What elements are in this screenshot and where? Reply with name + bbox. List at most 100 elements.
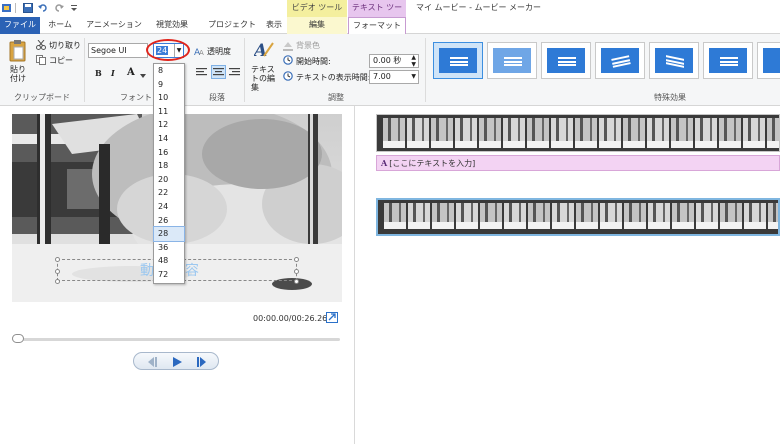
effect-scroll-thumb[interactable] — [703, 42, 753, 79]
tab-format[interactable]: フォーマット — [348, 17, 406, 35]
cut-button[interactable]: 切り取り — [49, 40, 81, 51]
adjust-group-label: 調整 — [328, 93, 344, 102]
ribbon-tab-row: ファイル ホーム アニメーション 視覚効果 プロジェクト 表示 編集 フォーマッ… — [0, 17, 780, 35]
copy-button[interactable]: コピー — [49, 55, 73, 66]
tab-view[interactable]: 表示 — [262, 17, 286, 34]
tab-animation[interactable]: アニメーション — [86, 17, 142, 34]
resize-handle[interactable] — [294, 257, 299, 262]
spinner-arrows-icon[interactable]: ▲ ▼ — [411, 54, 416, 68]
clip-thumbnails — [378, 200, 778, 234]
save-icon[interactable] — [23, 3, 33, 13]
play-icon[interactable] — [168, 355, 186, 368]
font-size-option[interactable]: 18 — [154, 159, 184, 173]
font-size-option[interactable]: 12 — [154, 118, 184, 132]
clipboard-group-label: クリップボード — [14, 93, 70, 102]
align-right-icon[interactable] — [229, 67, 241, 80]
tab-edit[interactable]: 編集 — [287, 17, 347, 34]
edit-text-button[interactable]: テキストの編集 — [251, 65, 281, 92]
font-size-dropdown-list[interactable]: 8 9 10 11 12 14 16 18 20 22 24 26 28 36 48 72 — [153, 63, 185, 284]
text-duration-value: 7.00 — [373, 72, 391, 81]
effect-none-thumb[interactable] — [433, 42, 483, 79]
clock-icon — [283, 55, 293, 68]
group-separator — [425, 38, 426, 102]
group-separator — [84, 38, 85, 102]
resize-handle[interactable] — [55, 279, 60, 284]
font-size-option[interactable]: 28 — [153, 226, 185, 242]
svg-text:A: A — [199, 49, 204, 56]
font-size-option[interactable]: 72 — [154, 268, 184, 282]
effect-slide-thumb[interactable] — [649, 42, 699, 79]
tab-file[interactable]: ファイル — [0, 17, 40, 34]
window-title: マイ ムービー - ムービー メーカー — [416, 3, 542, 12]
group-separator — [244, 38, 245, 102]
paste-button[interactable]: 貼り付け — [10, 65, 28, 83]
tab-visual-effects[interactable]: 視覚効果 — [148, 17, 196, 34]
italic-button[interactable]: I — [111, 68, 115, 78]
font-size-option[interactable]: 24 — [154, 200, 184, 214]
text-tools-context-label: テキスト ツール — [348, 0, 406, 28]
font-size-option[interactable]: 8 — [154, 64, 184, 78]
text-caption-placeholder: [ここにテキストを入力] — [389, 159, 476, 168]
font-size-option[interactable]: 48 — [154, 254, 184, 268]
tab-project[interactable]: プロジェクト — [206, 17, 258, 34]
font-size-option[interactable]: 36 — [154, 241, 184, 255]
playback-controls — [133, 352, 219, 370]
transparency-button[interactable]: 透明度 — [207, 46, 231, 57]
effects-group-label: 特殊効果 — [654, 93, 686, 102]
video-clip-strip-selected[interactable] — [376, 198, 780, 236]
font-size-option[interactable]: 22 — [154, 186, 184, 200]
font-color-dropdown-icon[interactable] — [140, 71, 146, 81]
font-size-option[interactable]: 10 — [154, 91, 184, 105]
ribbon: 貼り付け 切り取り コピー クリップボード Segoe UI 24 ▼ AA 透… — [0, 34, 780, 106]
seek-bar[interactable] — [12, 338, 340, 341]
background-color-button[interactable]: 背景色 — [296, 40, 320, 51]
resize-handle[interactable] — [294, 269, 299, 274]
bold-button[interactable]: B — [95, 68, 102, 78]
effect-expand-thumb[interactable] — [541, 42, 591, 79]
font-size-option[interactable]: 9 — [154, 78, 184, 92]
text-duration-label: テキストの表示時間: — [296, 73, 371, 82]
font-size-option[interactable]: 11 — [154, 105, 184, 119]
chevron-down-icon[interactable]: ▼ — [411, 71, 416, 83]
fullscreen-icon[interactable] — [326, 312, 338, 323]
text-caption-track[interactable]: A [ここにテキストを入力] — [376, 155, 780, 171]
resize-handle[interactable] — [294, 279, 299, 284]
tab-home[interactable]: ホーム — [42, 17, 78, 34]
font-size-option[interactable]: 20 — [154, 173, 184, 187]
paragraph-group-label: 段落 — [209, 93, 225, 102]
font-color-button[interactable]: A — [127, 67, 135, 78]
text-caption-icon: A — [381, 158, 388, 168]
effect-fade-thumb[interactable] — [487, 42, 537, 79]
effect-fly-in-thumb[interactable] — [595, 42, 645, 79]
font-size-option[interactable]: 14 — [154, 132, 184, 146]
background-color-icon — [283, 41, 293, 54]
pane-divider[interactable] — [354, 106, 355, 444]
align-center-icon[interactable] — [211, 65, 226, 79]
redo-icon[interactable] — [54, 3, 64, 13]
clock-icon — [283, 71, 293, 84]
text-duration-input[interactable]: 7.00 ▼ — [369, 70, 419, 84]
video-tools-context-label: ビデオ ツール — [287, 0, 347, 17]
font-size-option[interactable]: 26 — [154, 214, 184, 228]
font-family-input[interactable]: Segoe UI — [88, 43, 148, 58]
start-time-input[interactable]: 0.00 秒 ▲ ▼ — [369, 54, 419, 68]
start-time-label: 開始時間: — [296, 57, 331, 66]
resize-handle[interactable] — [55, 257, 60, 262]
font-size-option[interactable]: 16 — [154, 146, 184, 160]
seek-thumb[interactable] — [12, 334, 24, 343]
video-clip-strip[interactable] — [376, 114, 780, 152]
timecode: 00:00.00/00:26.26 — [253, 314, 328, 323]
title-bar: ビデオ ツール テキスト ツール マイ ムービー - ムービー メーカー — [0, 0, 780, 28]
undo-icon[interactable] — [38, 3, 48, 13]
highlight-annotation-circle — [146, 39, 190, 61]
cut-icon — [36, 39, 46, 53]
effect-more-thumb[interactable] — [757, 42, 780, 79]
paste-icon[interactable] — [8, 39, 28, 66]
next-frame-icon[interactable] — [193, 355, 211, 368]
transparency-icon: AA — [194, 46, 206, 59]
customize-qat-icon[interactable] — [70, 3, 80, 13]
resize-handle[interactable] — [55, 269, 60, 274]
align-left-icon[interactable] — [196, 67, 208, 80]
previous-frame-icon[interactable] — [143, 355, 161, 368]
edit-text-icon[interactable]: A — [252, 40, 274, 63]
